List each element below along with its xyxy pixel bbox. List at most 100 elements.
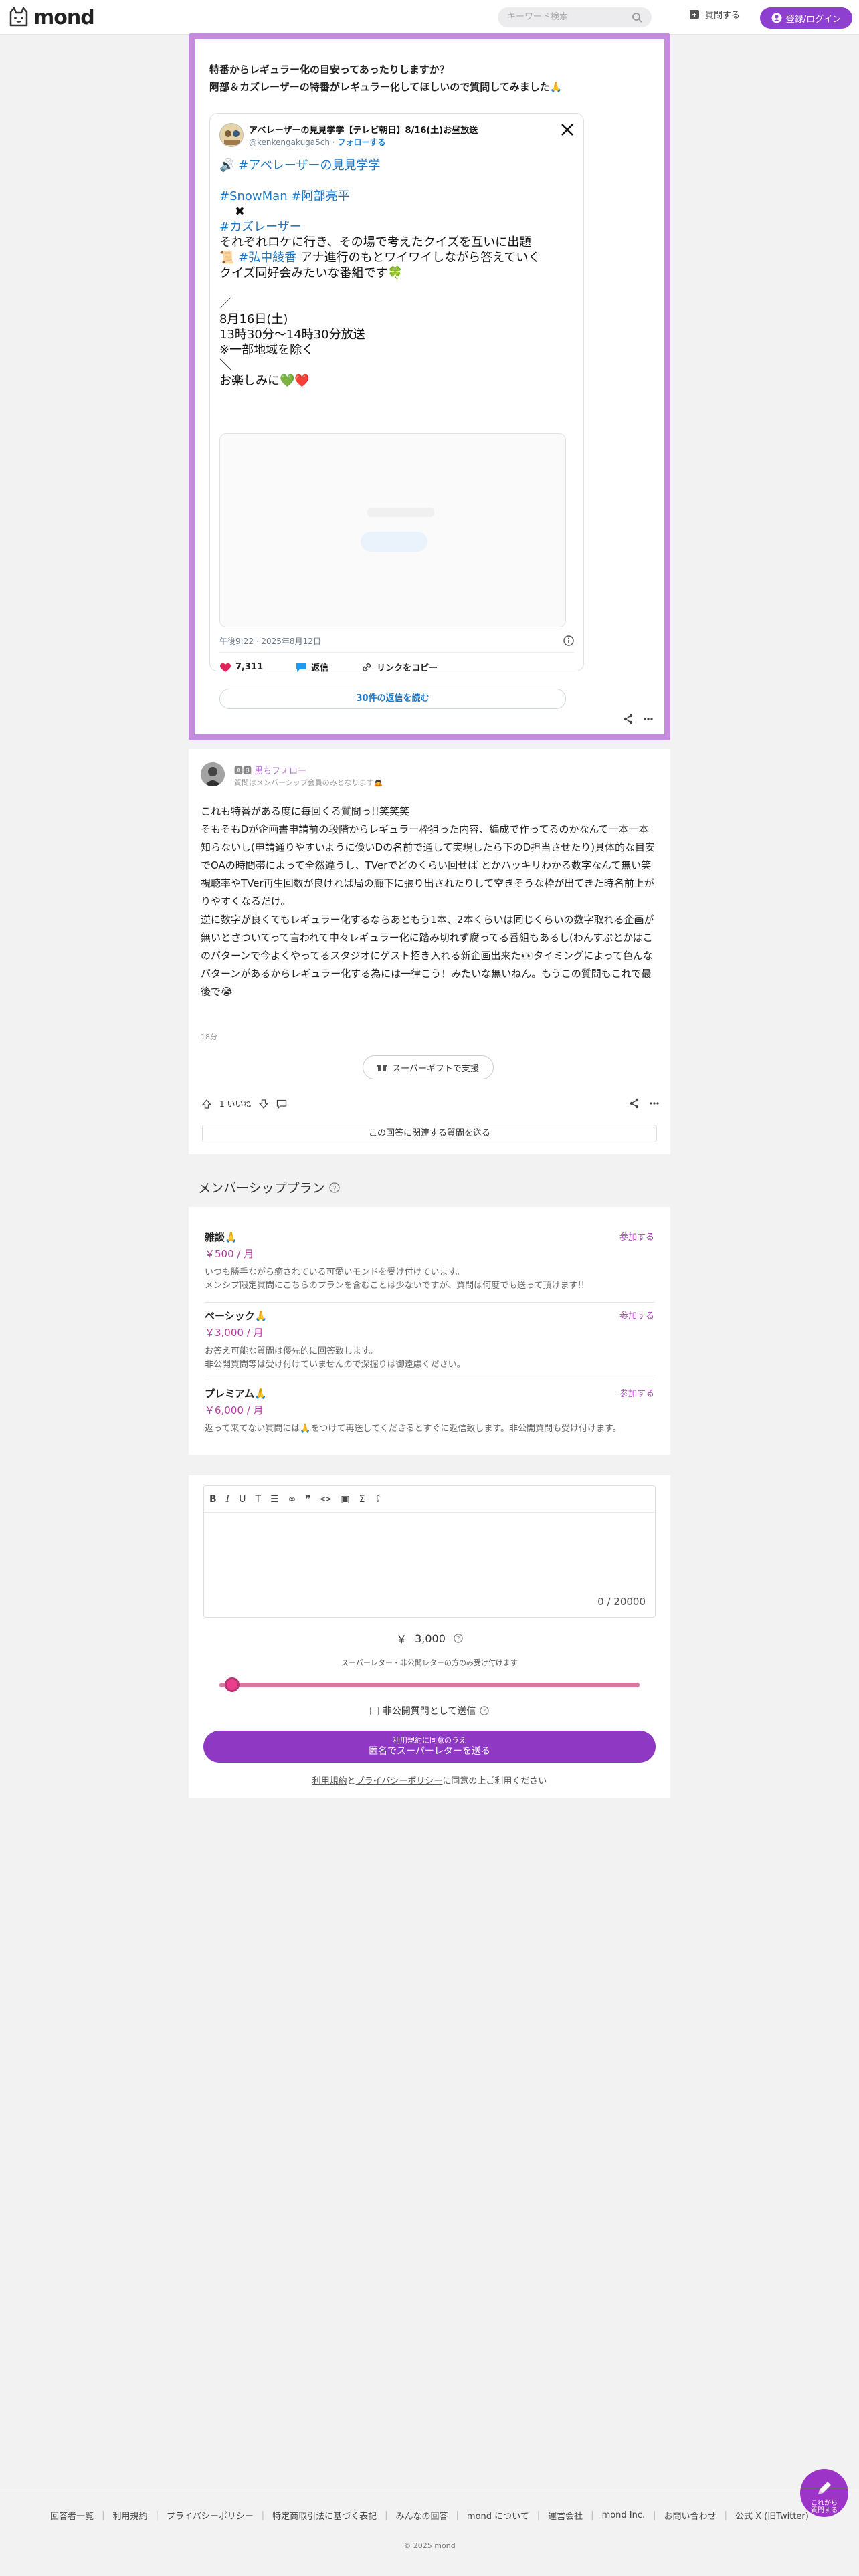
quote-icon[interactable]: ❞ bbox=[305, 1494, 310, 1505]
private-checkbox[interactable] bbox=[369, 1706, 379, 1715]
tweet-reply-label: 返信 bbox=[311, 663, 329, 673]
formula-icon[interactable]: Σ bbox=[359, 1494, 365, 1505]
tweet-copy-link-button[interactable]: リンクをコピー bbox=[361, 661, 454, 673]
search-icon[interactable] bbox=[632, 12, 642, 23]
media-placeholder-button bbox=[361, 532, 427, 552]
plan-join-button[interactable]: 参加する bbox=[619, 1230, 654, 1243]
question-text: 特番からレギュラー化の目安ってあったりしますか？ 阿部＆カズレーザーの特番がレギ… bbox=[209, 61, 562, 96]
user-icon bbox=[771, 13, 782, 23]
footer-link[interactable]: 公式 X (旧Twitter) bbox=[735, 2509, 809, 2522]
private-option[interactable]: 非公開質問として送信 ? bbox=[189, 1704, 670, 1717]
footer-link[interactable]: 利用規約 bbox=[113, 2509, 148, 2522]
italic-icon[interactable]: I bbox=[226, 1494, 230, 1505]
strikethrough-icon[interactable]: T bbox=[255, 1494, 261, 1505]
answer-like-count: 1 いいね bbox=[219, 1099, 252, 1109]
link-icon bbox=[363, 663, 371, 671]
upvote-icon[interactable] bbox=[202, 1099, 211, 1109]
editor-toolbar: B I U T ☰ ∞ ❞ <> ▣ Σ ⇪ bbox=[204, 1486, 655, 1513]
footer-link[interactable]: みんなの回答 bbox=[396, 2509, 448, 2522]
code-icon[interactable]: <> bbox=[320, 1494, 331, 1505]
tweet-like-button[interactable]: 7,311 bbox=[219, 662, 279, 673]
help-icon[interactable]: ? bbox=[454, 1634, 463, 1643]
tweet-follow-link[interactable]: フォローする bbox=[337, 138, 385, 147]
tweet-read-replies-button[interactable]: 30件の返信を読む bbox=[219, 689, 566, 709]
x-logo-icon[interactable] bbox=[561, 123, 574, 136]
plan-price: ￥3,000 / 月 bbox=[205, 1327, 264, 1339]
footer-link[interactable]: 特定商取引法に基づく表記 bbox=[272, 2509, 377, 2522]
amount-slider[interactable] bbox=[219, 1677, 640, 1692]
tweet-text: 🔊 bbox=[219, 158, 239, 173]
more-icon[interactable] bbox=[643, 714, 654, 724]
help-icon[interactable]: ? bbox=[328, 1182, 340, 1193]
bold-icon[interactable]: B bbox=[209, 1494, 217, 1505]
currency-symbol: ￥ bbox=[396, 1633, 407, 1646]
comment-icon[interactable] bbox=[276, 1099, 287, 1109]
privacy-link[interactable]: プライバシーポリシー bbox=[356, 1776, 443, 1786]
link-icon[interactable]: ∞ bbox=[288, 1494, 296, 1505]
share-icon[interactable] bbox=[623, 714, 634, 724]
upload-icon[interactable]: ⇪ bbox=[374, 1494, 382, 1505]
header: mond キーワード検索 質問する 登録/ログイン bbox=[0, 0, 859, 35]
footer-separator: | bbox=[456, 2510, 459, 2520]
answerer-avatar[interactable] bbox=[201, 762, 225, 786]
related-question-button[interactable]: この回答に関連する質問を送る bbox=[202, 1125, 657, 1142]
footer-link[interactable]: 回答者一覧 bbox=[50, 2509, 94, 2522]
downvote-icon[interactable] bbox=[259, 1099, 269, 1109]
plan-price: ￥6,000 / 月 bbox=[205, 1404, 264, 1416]
more-icon[interactable] bbox=[649, 1098, 660, 1109]
tweet-author-name[interactable]: アベレーザーの見見学学【テレビ朝日】8/16(土)お昼放送 bbox=[249, 123, 478, 136]
private-label: 非公開質問として送信 bbox=[382, 1706, 476, 1717]
tweet-body: 🔊 #アベレーザーの見見学学 #SnowMan #阿部亮平 ✖ #カズレーザー … bbox=[219, 158, 574, 389]
ask-button[interactable]: 質問する bbox=[689, 8, 740, 21]
login-button[interactable]: 登録/ログイン bbox=[760, 7, 852, 29]
tweet-handle[interactable]: @kenkengakuga5ch bbox=[249, 138, 330, 147]
info-icon[interactable] bbox=[563, 635, 574, 646]
answerer-subtitle: 質問はメンバーシップ会員のみとなります🙇 bbox=[234, 778, 383, 787]
share-icon[interactable] bbox=[629, 1098, 640, 1109]
plan-divider bbox=[205, 1302, 654, 1303]
embedded-tweet[interactable]: アベレーザーの見見学学【テレビ朝日】8/16(土)お昼放送 @kenkengak… bbox=[209, 113, 584, 709]
footer-separator: | bbox=[102, 2510, 105, 2520]
slider-handle[interactable] bbox=[224, 1677, 240, 1692]
footer-link[interactable]: mond Inc. bbox=[602, 2510, 646, 2520]
underline-icon[interactable]: U bbox=[239, 1494, 246, 1505]
terms-link[interactable]: 利用規約 bbox=[312, 1776, 347, 1786]
footer-link[interactable]: プライバシーポリシー bbox=[167, 2509, 254, 2522]
supergift-button[interactable]: スーパーギフトで支援 bbox=[363, 1055, 494, 1079]
tweet-hashtag[interactable]: #弘中綾香 bbox=[238, 251, 296, 265]
tweet-avatar[interactable] bbox=[219, 123, 244, 147]
question-card: 特番からレギュラー化の目安ってあったりしますか？ 阿部＆カズレーザーの特番がレギ… bbox=[189, 33, 670, 740]
submit-button[interactable]: 利用規約に同意のうえ 匿名でスーパーレターを送る bbox=[203, 1731, 656, 1763]
svg-text:?: ? bbox=[483, 1709, 486, 1715]
question-line-2: 阿部＆カズレーザーの特番がレギュラー化してほしいので質問してみました🙏 bbox=[209, 81, 563, 93]
tweet-divider bbox=[219, 652, 574, 653]
tweet-timestamp[interactable]: 午後9:22 · 2025年8月12日 bbox=[219, 635, 321, 647]
footer-link[interactable]: お問い合わせ bbox=[664, 2509, 717, 2522]
search-placeholder: キーワード検索 bbox=[507, 12, 569, 22]
supergift-label: スーパーギフトで支援 bbox=[392, 1063, 479, 1074]
svg-text:?: ? bbox=[332, 1185, 336, 1192]
footer-links: 回答者一覧 | 利用規約 | プライバシーポリシー | 特定商取引法に基づく表記 | みんなの回… bbox=[0, 2509, 859, 2522]
list-icon[interactable]: ☰ bbox=[270, 1494, 279, 1505]
tweet-video-placeholder[interactable] bbox=[219, 433, 566, 627]
char-counter: 0 / 20000 bbox=[597, 1596, 646, 1608]
image-icon[interactable]: ▣ bbox=[341, 1494, 349, 1505]
tweet-hashtag[interactable]: #阿部亮平 bbox=[291, 189, 349, 203]
plan-name: プレミアム🙏 bbox=[205, 1388, 267, 1400]
footer-link[interactable]: 運営会社 bbox=[548, 2509, 583, 2522]
footer-link[interactable]: mond について bbox=[467, 2509, 529, 2522]
tweet-hashtag[interactable]: #カズレーザー bbox=[219, 220, 302, 234]
answerer-name[interactable]: 🅰🅱 bbox=[234, 766, 252, 776]
tweet-copy-link-label: リンクをコピー bbox=[377, 663, 438, 673]
question-form: B I U T ☰ ∞ ❞ <> ▣ Σ ⇪ 0 / 20000 ￥ 3,000… bbox=[189, 1475, 670, 1798]
tweet-reply-button[interactable]: 返信 bbox=[295, 661, 345, 673]
tweet-hashtag[interactable]: #SnowMan bbox=[219, 189, 288, 203]
tweet-hashtag[interactable]: #アベレーザーの見見学学 bbox=[238, 158, 380, 173]
search-input[interactable]: キーワード検索 bbox=[498, 7, 652, 27]
plan-join-button[interactable]: 参加する bbox=[619, 1386, 654, 1399]
plan-join-button[interactable]: 参加する bbox=[619, 1309, 654, 1321]
question-editor[interactable]: B I U T ☰ ∞ ❞ <> ▣ Σ ⇪ 0 / 20000 bbox=[203, 1485, 656, 1618]
help-icon[interactable]: ? bbox=[480, 1706, 489, 1715]
answerer-follow-link[interactable]: 黒ちフォロー bbox=[254, 766, 306, 776]
logo[interactable]: mond bbox=[7, 5, 95, 29]
